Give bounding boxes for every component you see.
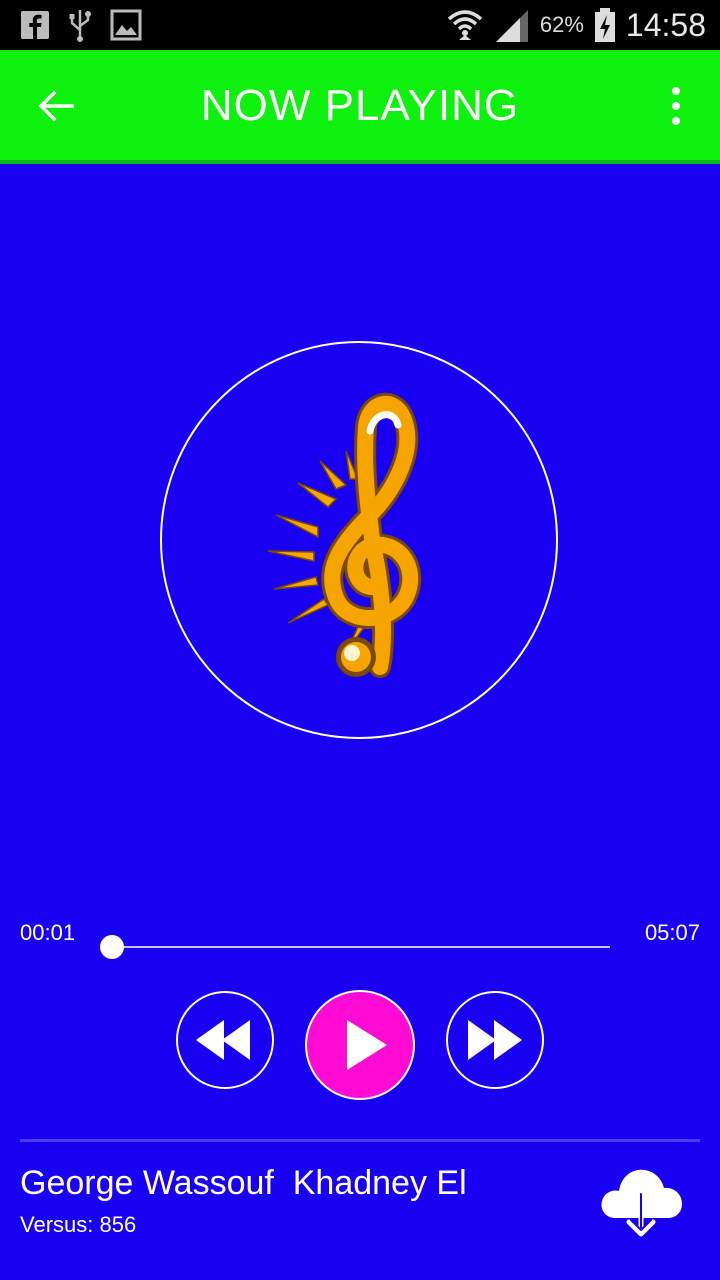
album-art <box>160 341 558 739</box>
download-button[interactable] <box>598 1160 684 1240</box>
wifi-icon <box>447 10 483 40</box>
more-vertical-icon <box>672 87 680 125</box>
fast-forward-button[interactable] <box>446 991 544 1089</box>
track-subtitle: Versus: 856 <box>20 1212 137 1237</box>
status-time: 14:58 <box>625 6 706 43</box>
seek-bar[interactable] <box>99 935 610 959</box>
facebook-icon <box>21 11 49 40</box>
fast-forward-icon <box>468 1020 522 1060</box>
rewind-icon <box>196 1020 250 1060</box>
image-icon <box>110 9 142 41</box>
divider <box>20 1139 700 1142</box>
status-bar: 62% 14:58 <box>0 0 720 50</box>
play-icon <box>347 1020 387 1070</box>
seek-thumb[interactable] <box>99 935 124 959</box>
treble-clef-icon <box>267 392 422 678</box>
signal-icon <box>495 10 528 42</box>
rewind-button[interactable] <box>176 991 274 1089</box>
overflow-menu-button[interactable] <box>664 84 688 128</box>
play-button[interactable] <box>305 990 415 1100</box>
page-title: NOW PLAYING <box>200 81 520 130</box>
usb-icon <box>69 10 91 42</box>
total-duration: 05:07 <box>644 920 700 945</box>
app-bar: NOW PLAYING <box>0 50 720 160</box>
app-bar-shadow <box>0 160 720 164</box>
cloud-download-icon <box>601 1169 682 1237</box>
battery-percent: 62% <box>539 12 584 37</box>
track-title: George Wassouf Khadney El <box>20 1164 467 1202</box>
battery-charging-icon <box>594 8 615 42</box>
current-time: 00:01 <box>20 920 76 945</box>
